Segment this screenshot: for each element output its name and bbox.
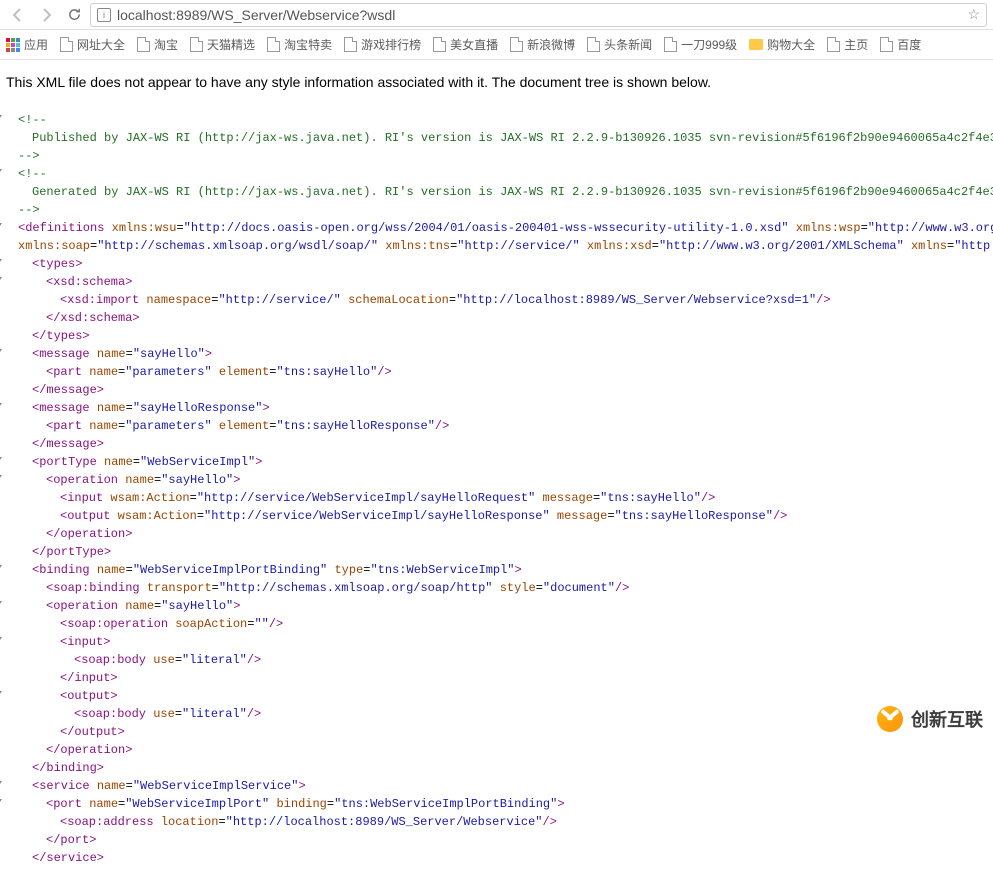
collapse-toggle[interactable] — [0, 169, 2, 175]
apps-shortcut[interactable]: 应用 — [6, 36, 48, 53]
page-icon — [137, 37, 150, 52]
page-icon — [587, 37, 600, 52]
page-icon — [60, 37, 73, 52]
collapse-toggle[interactable] — [0, 601, 2, 607]
page-icon — [190, 37, 203, 52]
page-icon — [827, 37, 840, 52]
collapse-toggle[interactable] — [0, 475, 2, 481]
bookmark-item[interactable]: 淘宝特卖 — [267, 36, 332, 53]
bookmark-item[interactable]: 百度 — [880, 36, 921, 53]
page-icon — [344, 37, 357, 52]
reload-button[interactable] — [62, 3, 86, 27]
bookmark-item[interactable]: 天猫精选 — [190, 36, 255, 53]
forward-button[interactable] — [34, 3, 58, 27]
bookmark-item[interactable]: 美女直播 — [433, 36, 498, 53]
collapse-toggle[interactable] — [0, 457, 2, 463]
bookmark-star-icon[interactable]: ☆ — [967, 6, 980, 23]
xml-notice: This XML file does not appear to have an… — [0, 60, 993, 105]
site-info-icon[interactable]: i — [97, 8, 111, 22]
bookmark-folder[interactable]: 购物大全 — [749, 36, 815, 53]
collapse-toggle[interactable] — [0, 691, 2, 697]
bookmark-item[interactable]: 头条新闻 — [587, 36, 652, 53]
url-text: localhost:8989/WS_Server/Webservice?wsdl — [117, 7, 395, 23]
collapse-toggle[interactable] — [0, 349, 2, 355]
page-icon — [433, 37, 446, 52]
bookmark-item[interactable]: 网址大全 — [60, 36, 125, 53]
bookmark-item[interactable]: 游戏排行榜 — [344, 36, 421, 53]
bookmark-item[interactable]: 新浪微博 — [510, 36, 575, 53]
browser-toolbar: i localhost:8989/WS_Server/Webservice?ws… — [0, 0, 993, 30]
bookmark-item[interactable]: 淘宝 — [137, 36, 178, 53]
bookmark-item[interactable]: 一刀999级 — [664, 36, 737, 53]
page-icon — [510, 37, 523, 52]
xml-tree: <!-- Published by JAX-WS RI (http://jax-… — [0, 105, 993, 873]
collapse-toggle[interactable] — [0, 115, 2, 121]
collapse-toggle[interactable] — [0, 259, 2, 265]
address-bar[interactable]: i localhost:8989/WS_Server/Webservice?ws… — [90, 3, 987, 27]
collapse-toggle[interactable] — [0, 799, 2, 805]
folder-icon — [749, 39, 763, 50]
page-icon — [267, 37, 280, 52]
bookmark-item[interactable]: 主页 — [827, 36, 868, 53]
back-button[interactable] — [6, 3, 30, 27]
bookmarks-bar: 应用 网址大全 淘宝 天猫精选 淘宝特卖 游戏排行榜 美女直播 新浪微博 头条新… — [0, 30, 993, 60]
collapse-toggle[interactable] — [0, 781, 2, 787]
apps-icon — [6, 38, 20, 52]
watermark-text: 创新互联 — [911, 706, 983, 732]
watermark: 创新互联 — [877, 706, 983, 732]
page-icon — [880, 37, 893, 52]
page-icon — [664, 37, 677, 52]
collapse-toggle[interactable] — [0, 637, 2, 643]
collapse-toggle[interactable] — [0, 565, 2, 571]
watermark-logo-icon — [877, 706, 903, 732]
collapse-toggle[interactable] — [0, 277, 2, 283]
collapse-toggle[interactable] — [0, 223, 2, 229]
collapse-toggle[interactable] — [0, 403, 2, 409]
